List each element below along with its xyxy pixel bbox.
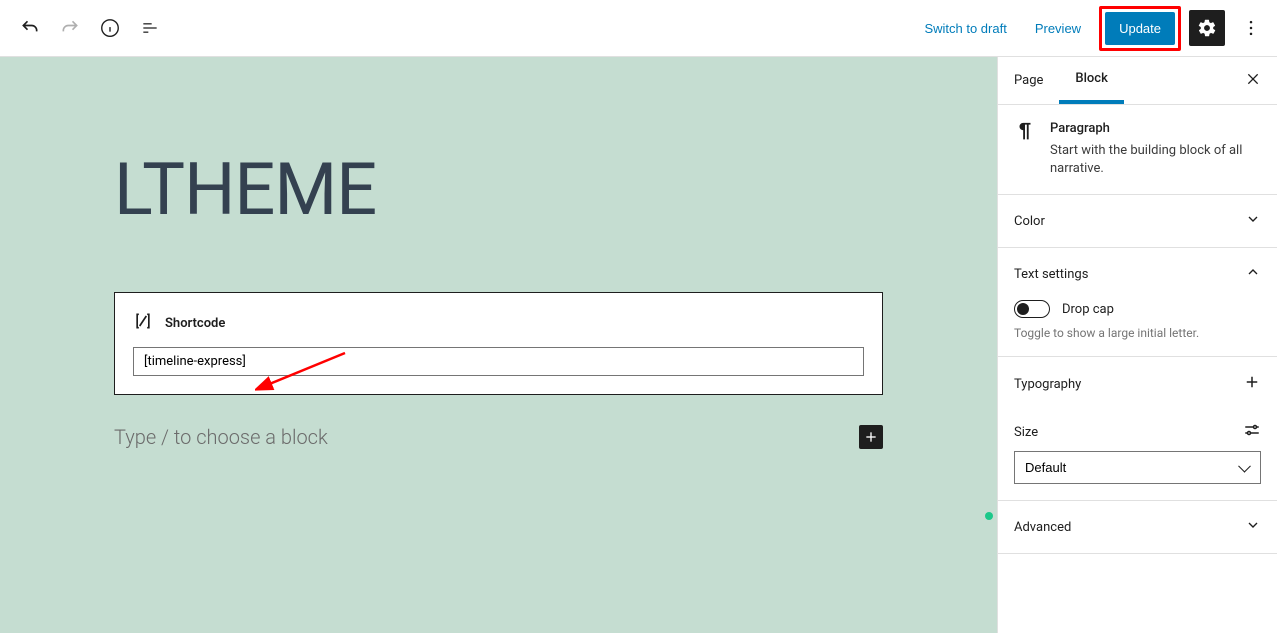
shortcode-label: Shortcode <box>165 316 225 331</box>
update-button[interactable]: Update <box>1105 12 1175 45</box>
block-placeholder[interactable]: Type / to choose a block <box>114 425 328 449</box>
editor-canvas[interactable]: LTHEME Shortcode Type / to choose a bloc… <box>0 57 997 633</box>
block-type-title: Paragraph <box>1050 121 1261 136</box>
update-highlight-annotation: Update <box>1099 6 1181 51</box>
color-panel-label: Color <box>1014 214 1045 229</box>
status-indicator-dot <box>985 512 993 520</box>
plus-icon <box>1243 373 1261 395</box>
undo-button[interactable] <box>12 10 48 46</box>
chevron-down-icon <box>1245 517 1261 537</box>
preview-button[interactable]: Preview <box>1025 13 1091 44</box>
shortcode-icon <box>133 311 153 335</box>
switch-to-draft-button[interactable]: Switch to draft <box>914 13 1016 44</box>
info-button[interactable] <box>92 10 128 46</box>
tab-block[interactable]: Block <box>1059 57 1123 104</box>
advanced-label: Advanced <box>1014 520 1071 535</box>
shortcode-block[interactable]: Shortcode <box>114 292 883 395</box>
chevron-down-icon <box>1245 211 1261 231</box>
outline-button[interactable] <box>132 10 168 46</box>
size-select[interactable]: Default <box>1014 451 1261 484</box>
color-panel-toggle[interactable]: Color <box>998 195 1277 248</box>
advanced-panel-toggle[interactable]: Advanced <box>998 501 1277 554</box>
sliders-icon[interactable] <box>1243 421 1261 443</box>
settings-sidebar: Page Block Paragraph Start with the buil… <box>997 57 1277 633</box>
redo-button <box>52 10 88 46</box>
drop-cap-toggle[interactable] <box>1014 300 1050 318</box>
paragraph-icon <box>1014 121 1036 178</box>
close-sidebar-button[interactable] <box>1229 59 1277 103</box>
tab-page[interactable]: Page <box>998 59 1059 102</box>
page-title[interactable]: LTHEME <box>0 57 997 292</box>
more-options-button[interactable] <box>1233 10 1269 46</box>
text-settings-panel-toggle[interactable]: Text settings <box>998 248 1277 300</box>
typography-panel-toggle[interactable]: Typography <box>998 357 1277 411</box>
chevron-up-icon <box>1245 264 1261 284</box>
drop-cap-label: Drop cap <box>1062 302 1114 317</box>
block-type-description: Start with the building block of all nar… <box>1050 142 1261 178</box>
drop-cap-help: Toggle to show a large initial letter. <box>1014 326 1261 340</box>
text-settings-label: Text settings <box>1014 267 1088 282</box>
typography-label: Typography <box>1014 377 1081 392</box>
add-block-button[interactable] <box>859 425 883 449</box>
shortcode-input[interactable] <box>133 347 864 376</box>
settings-button[interactable] <box>1189 10 1225 46</box>
editor-topbar: Switch to draft Preview Update <box>0 0 1277 57</box>
size-label: Size <box>1014 425 1038 440</box>
